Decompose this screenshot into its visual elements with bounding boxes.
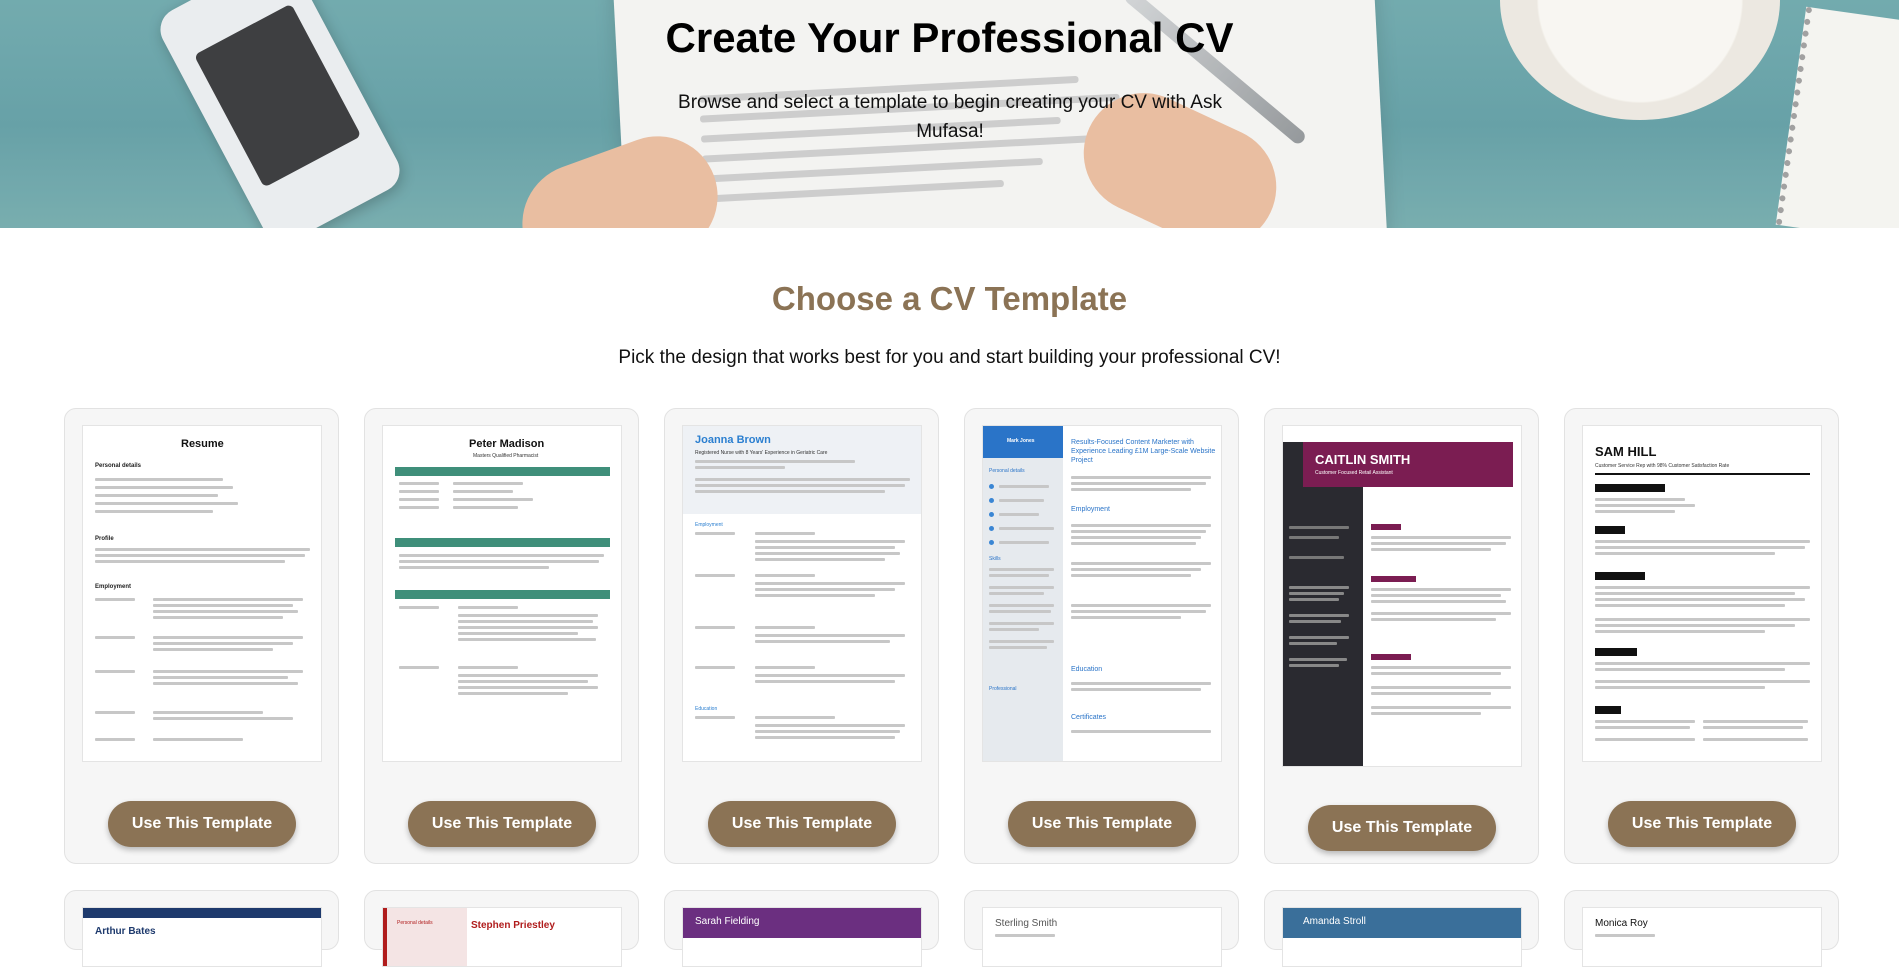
template-card-sam-hill[interactable]: SAM HILL Customer Service Rep with 98% C…: [1564, 408, 1839, 864]
template-card-joanna-brown[interactable]: Joanna Brown Registered Nurse with 8 Yea…: [664, 408, 939, 864]
template-card-stephen-priestley[interactable]: Personal details Stephen Priestley: [364, 890, 639, 967]
template-card-amanda-stroll[interactable]: Amanda Stroll: [1264, 890, 1539, 967]
template-thumbnail[interactable]: CAITLIN SMITH Customer Focused Retail As…: [1282, 425, 1522, 767]
thumbnail-subtitle: Masters Qualified Pharmacist: [473, 453, 539, 459]
template-card-monica-roy[interactable]: Monica Roy: [1564, 890, 1839, 967]
thumbnail-title: Monica Roy: [1595, 918, 1648, 929]
side-section-label: Personal details: [397, 920, 433, 926]
use-template-button[interactable]: Use This Template: [708, 801, 896, 847]
thumbnail-title: Stephen Priestley: [471, 920, 555, 931]
template-card-sterling-smith[interactable]: Sterling Smith: [964, 890, 1239, 967]
thumbnail-title: Arthur Bates: [95, 926, 156, 937]
template-thumbnail[interactable]: Joanna Brown Registered Nurse with 8 Yea…: [682, 425, 922, 762]
use-template-button[interactable]: Use This Template: [1308, 805, 1496, 851]
template-card-peter-madison[interactable]: Peter Madison Masters Qualified Pharmaci…: [364, 408, 639, 864]
thumbnail-title: Amanda Stroll: [1303, 916, 1366, 927]
thumbnail-title: Peter Madison: [469, 438, 545, 450]
thumbnail-subtitle: Customer Service Rep with 98% Customer S…: [1595, 463, 1730, 469]
template-thumbnail[interactable]: Amanda Stroll: [1282, 907, 1522, 967]
thumbnail-subtitle: Customer Focused Retail Assistant: [1315, 470, 1393, 476]
template-thumbnail[interactable]: SAM HILL Customer Service Rep with 98% C…: [1582, 425, 1822, 762]
template-thumbnail[interactable]: Peter Madison Masters Qualified Pharmaci…: [382, 425, 622, 762]
template-thumbnail[interactable]: Arthur Bates: [82, 907, 322, 967]
template-thumbnail[interactable]: Resume Personal details Profile Employme…: [82, 425, 322, 762]
thumbnail-title: Sarah Fielding: [695, 916, 760, 927]
use-template-button[interactable]: Use This Template: [1608, 801, 1796, 847]
template-thumbnail[interactable]: Sterling Smith: [982, 907, 1222, 967]
template-thumbnail[interactable]: Personal details Stephen Priestley: [382, 907, 622, 967]
thumbnail-subtitle: Registered Nurse with 8 Years' Experienc…: [695, 450, 828, 456]
thumbnail-title: CAITLIN SMITH: [1315, 452, 1411, 467]
thumbnail-title: Joanna Brown: [695, 434, 771, 446]
thumbnail-title: SAM HILL: [1595, 444, 1657, 459]
template-card-arthur-bates[interactable]: Arthur Bates: [64, 890, 339, 967]
thumbnail-title: Resume: [181, 438, 224, 450]
use-template-button[interactable]: Use This Template: [408, 801, 596, 847]
use-template-button[interactable]: Use This Template: [1008, 801, 1196, 847]
template-card-sarah-fielding[interactable]: Sarah Fielding: [664, 890, 939, 967]
template-card-mark-jones[interactable]: Mark Jones Results-Focused Content Marke…: [964, 408, 1239, 864]
thumbnail-subtitle: Results-Focused Content Marketer with Ex…: [1071, 439, 1216, 464]
template-thumbnail[interactable]: Monica Roy: [1582, 907, 1822, 967]
thumbnail-title: Mark Jones: [1007, 438, 1035, 444]
use-template-button[interactable]: Use This Template: [108, 801, 296, 847]
template-thumbnail[interactable]: Mark Jones Results-Focused Content Marke…: [982, 425, 1222, 762]
thumbnail-title: Sterling Smith: [995, 918, 1058, 929]
template-card-resume[interactable]: Resume Personal details Profile Employme…: [64, 408, 339, 864]
template-card-caitlin-smith[interactable]: CAITLIN SMITH Customer Focused Retail As…: [1264, 408, 1539, 864]
template-thumbnail[interactable]: Sarah Fielding: [682, 907, 922, 967]
